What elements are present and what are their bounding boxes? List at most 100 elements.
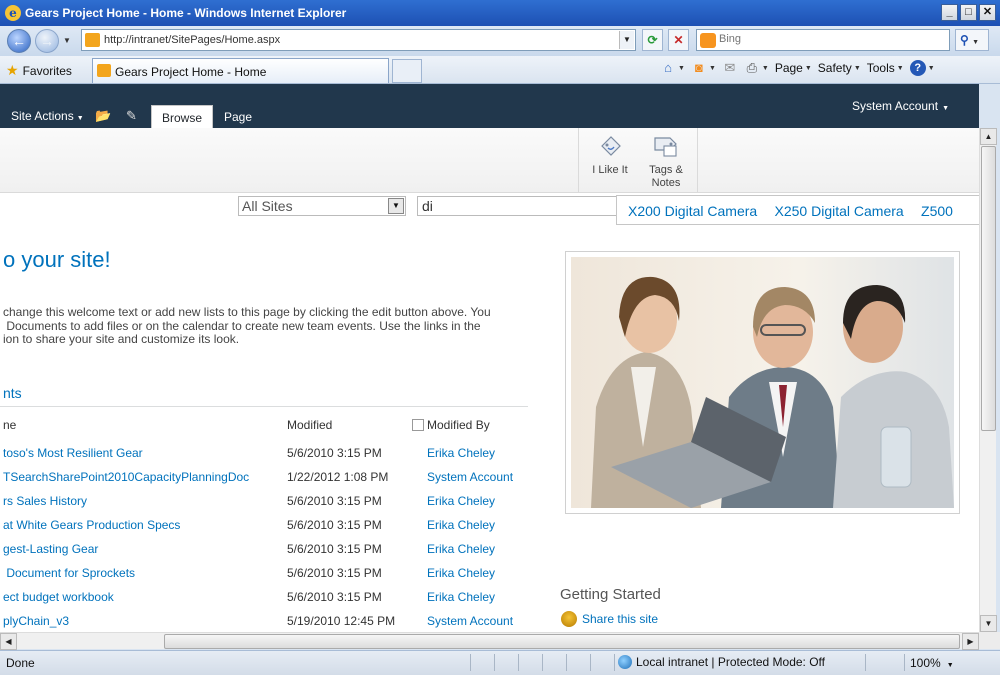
- scroll-down-button[interactable]: ▼: [980, 615, 997, 632]
- page-menu[interactable]: Page ▼: [775, 61, 812, 75]
- scroll-up-button[interactable]: ▲: [980, 128, 997, 145]
- web-search-button[interactable]: ⚲ ▼: [955, 29, 989, 51]
- address-url[interactable]: http://intranet/SitePages/Home.aspx: [104, 34, 280, 46]
- i-like-it-label: I Like It: [592, 164, 628, 176]
- help-button[interactable]: ? ▼: [909, 60, 935, 76]
- select-all-checkbox[interactable]: [412, 419, 424, 431]
- table-row: ect budget workbook 5/6/2010 3:15 PM Eri…: [0, 590, 540, 614]
- document-link[interactable]: toso's Most Resilient Gear: [3, 446, 143, 460]
- tags-notes-button[interactable]: Tags & Notes: [641, 134, 691, 190]
- security-zone[interactable]: Local intranet | Protected Mode: Off: [618, 655, 825, 669]
- document-modified-by[interactable]: Erika Cheley: [427, 542, 495, 556]
- site-actions-label: Site Actions: [11, 109, 74, 123]
- user-menu[interactable]: System Account ▼: [852, 99, 949, 113]
- tab-title: Gears Project Home - Home: [115, 65, 267, 79]
- document-link[interactable]: plyChain_v3: [3, 614, 69, 628]
- back-button[interactable]: ←: [7, 29, 31, 53]
- suggestion-item[interactable]: X200 Digital Camera: [628, 203, 757, 219]
- home-icon: ⌂: [664, 60, 672, 75]
- sharepoint-search-input[interactable]: di: [417, 196, 617, 216]
- navigate-up-icon[interactable]: 📂: [95, 108, 111, 123]
- share-site-label: Share this site: [582, 612, 659, 626]
- table-row: toso's Most Resilient Gear 5/6/2010 3:15…: [0, 446, 540, 470]
- document-modified-by[interactable]: Erika Cheley: [427, 446, 495, 460]
- feeds-button[interactable]: ◙ ▼: [691, 60, 716, 76]
- status-divider: [494, 654, 495, 671]
- status-divider: [470, 654, 471, 671]
- address-bar[interactable]: http://intranet/SitePages/Home.aspx ▼: [81, 29, 636, 51]
- document-link[interactable]: at White Gears Production Specs: [3, 518, 180, 532]
- browser-tab-active[interactable]: Gears Project Home - Home: [92, 58, 389, 83]
- scroll-right-button[interactable]: ▶: [962, 633, 979, 650]
- document-link[interactable]: ect budget workbook: [3, 590, 114, 604]
- vertical-scrollbar[interactable]: ▲ ▼: [979, 128, 997, 632]
- read-mail-button[interactable]: ✉: [722, 60, 738, 76]
- status-bar: Done Local intranet | Protected Mode: Of…: [0, 650, 1000, 675]
- chevron-down-icon[interactable]: ▼: [388, 198, 404, 214]
- suggestion-item[interactable]: X250 Digital Camera: [775, 203, 904, 219]
- suggestion-item[interactable]: Z500: [921, 203, 953, 219]
- document-modified-by[interactable]: Erika Cheley: [427, 566, 495, 580]
- safety-menu[interactable]: Safety ▼: [818, 61, 861, 75]
- zoom-level: 100%: [910, 656, 941, 670]
- close-window-button[interactable]: ✕: [979, 4, 996, 21]
- status-divider: [904, 654, 905, 671]
- i-like-it-button[interactable]: I Like It: [585, 134, 635, 177]
- recent-pages-dropdown[interactable]: ▼: [63, 36, 71, 45]
- document-link[interactable]: gest-Lasting Gear: [3, 542, 98, 556]
- table-row: plyChain_v3 5/19/2010 12:45 PM System Ac…: [0, 614, 540, 632]
- column-header-modified-by[interactable]: Modified By: [427, 418, 490, 432]
- zoom-level-button[interactable]: 100% ▼: [910, 656, 954, 670]
- favorites-button[interactable]: ★ Favorites: [6, 62, 72, 79]
- getting-started-title: Getting Started: [560, 586, 661, 603]
- document-modified-by[interactable]: Erika Cheley: [427, 494, 495, 508]
- document-modified-by[interactable]: Erika Cheley: [427, 590, 495, 604]
- document-modified-by[interactable]: System Account: [427, 470, 513, 484]
- site-image-frame: [565, 251, 960, 514]
- document-modified-by[interactable]: System Account: [427, 614, 513, 628]
- minimize-button[interactable]: _: [941, 4, 958, 21]
- tab-page[interactable]: Page: [214, 105, 262, 128]
- forward-button[interactable]: →: [35, 29, 59, 53]
- edit-page-icon[interactable]: ✎: [126, 108, 142, 123]
- home-button[interactable]: ⌂ ▼: [660, 60, 685, 76]
- stop-button[interactable]: ✕: [668, 29, 689, 51]
- document-link[interactable]: Document for Sprockets: [3, 566, 135, 580]
- tags-notes-label-2: Notes: [651, 177, 681, 189]
- print-button[interactable]: ⎙ ▼: [744, 60, 769, 76]
- address-dropdown[interactable]: ▼: [619, 31, 634, 49]
- vertical-scroll-thumb[interactable]: [981, 146, 996, 431]
- new-tab-button[interactable]: [392, 59, 422, 83]
- share-site-link[interactable]: Share this site: [561, 611, 658, 627]
- globe-icon: [618, 655, 632, 669]
- back-icon: ←: [12, 33, 26, 49]
- tag-icon: [654, 137, 677, 157]
- status-divider: [518, 654, 519, 671]
- scroll-left-button[interactable]: ◀: [0, 633, 17, 650]
- horizontal-scrollbar[interactable]: ◀ ▶: [0, 632, 979, 650]
- tab-browse[interactable]: Browse: [151, 105, 214, 128]
- refresh-icon: ⟳: [647, 33, 658, 47]
- table-row: at White Gears Production Specs 5/6/2010…: [0, 518, 540, 542]
- page-favicon-icon: [85, 33, 100, 47]
- documents-web-part-title[interactable]: nts: [3, 385, 22, 401]
- horizontal-scroll-thumb[interactable]: [164, 634, 960, 649]
- search-scope-select[interactable]: All Sites ▼: [238, 196, 406, 216]
- tags-notes-label-1: Tags &: [649, 164, 683, 176]
- column-header-name[interactable]: ne: [3, 418, 16, 432]
- web-search-box[interactable]: [696, 29, 950, 51]
- web-search-input[interactable]: [719, 33, 939, 45]
- document-link[interactable]: rs Sales History: [3, 494, 87, 508]
- document-link[interactable]: TSearchSharePoint2010CapacityPlanningDoc: [3, 470, 249, 484]
- maximize-button[interactable]: □: [960, 4, 977, 21]
- table-row: rs Sales History 5/6/2010 3:15 PM Erika …: [0, 494, 540, 518]
- document-modified-by[interactable]: Erika Cheley: [427, 518, 495, 532]
- tools-menu[interactable]: Tools ▼: [867, 61, 904, 75]
- refresh-button[interactable]: ⟳: [642, 29, 663, 51]
- document-modified: 5/19/2010 12:45 PM: [287, 614, 396, 628]
- site-actions-menu[interactable]: Site Actions ▼: [11, 109, 84, 123]
- tools-menu-label: Tools: [866, 61, 895, 75]
- bing-icon: [700, 33, 716, 48]
- document-modified: 1/22/2012 1:08 PM: [287, 470, 389, 484]
- column-header-modified[interactable]: Modified: [287, 418, 332, 432]
